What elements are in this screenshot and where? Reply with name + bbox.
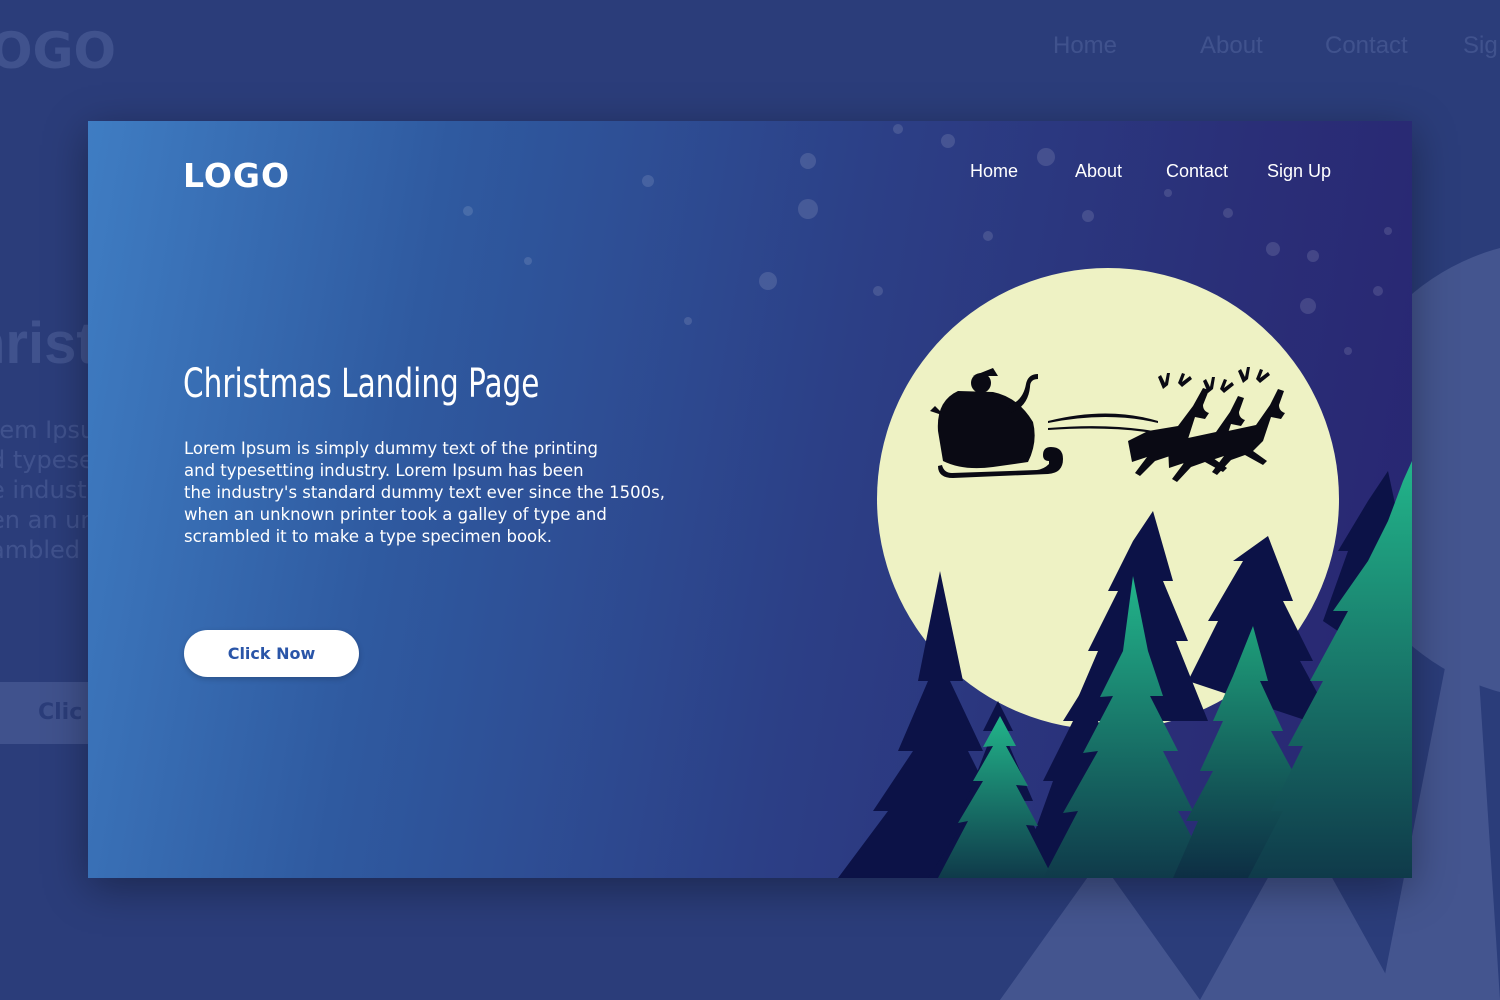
nav-contact[interactable]: Contact xyxy=(1166,161,1228,182)
click-now-button[interactable]: Click Now xyxy=(184,630,359,677)
logo[interactable]: LOGO xyxy=(183,156,290,195)
ghost-button: Clic xyxy=(0,682,100,744)
nav-sign-up[interactable]: Sign Up xyxy=(1267,161,1331,182)
ghost-nav-home: Home xyxy=(1053,32,1118,59)
ghost-logo: OGO xyxy=(0,22,117,80)
ghost-reindeer-icon xyxy=(1415,310,1495,390)
description-line: the industry's standard dummy text ever … xyxy=(184,483,665,502)
ghost-nav-contact: Contact xyxy=(1325,32,1408,59)
ghost-button-label: Clic xyxy=(38,700,83,725)
description-line: and typesetting industry. Lorem Ipsum ha… xyxy=(184,461,584,480)
description-line: when an unknown printer took a galley of… xyxy=(184,505,607,524)
nav-home[interactable]: Home xyxy=(970,161,1018,182)
nav-about[interactable]: About xyxy=(1075,161,1122,182)
ghost-title: hrist xyxy=(0,311,96,376)
description-line: Lorem Ipsum is simply dummy text of the … xyxy=(184,439,598,458)
page-title: Christmas Landing Page xyxy=(183,361,540,407)
hero-description: Lorem Ipsum is simply dummy text of the … xyxy=(184,438,665,548)
ghost-nav-about: About xyxy=(1200,32,1263,59)
landing-card: LOGO Home About Contact Sign Up Christma… xyxy=(88,121,1412,878)
ghost-nav-signup: Sig xyxy=(1463,32,1498,59)
description-line: scrambled it to make a type specimen boo… xyxy=(184,527,552,546)
screen: OGO Home About Contact Sig hrist rem Ips… xyxy=(0,0,1500,1000)
